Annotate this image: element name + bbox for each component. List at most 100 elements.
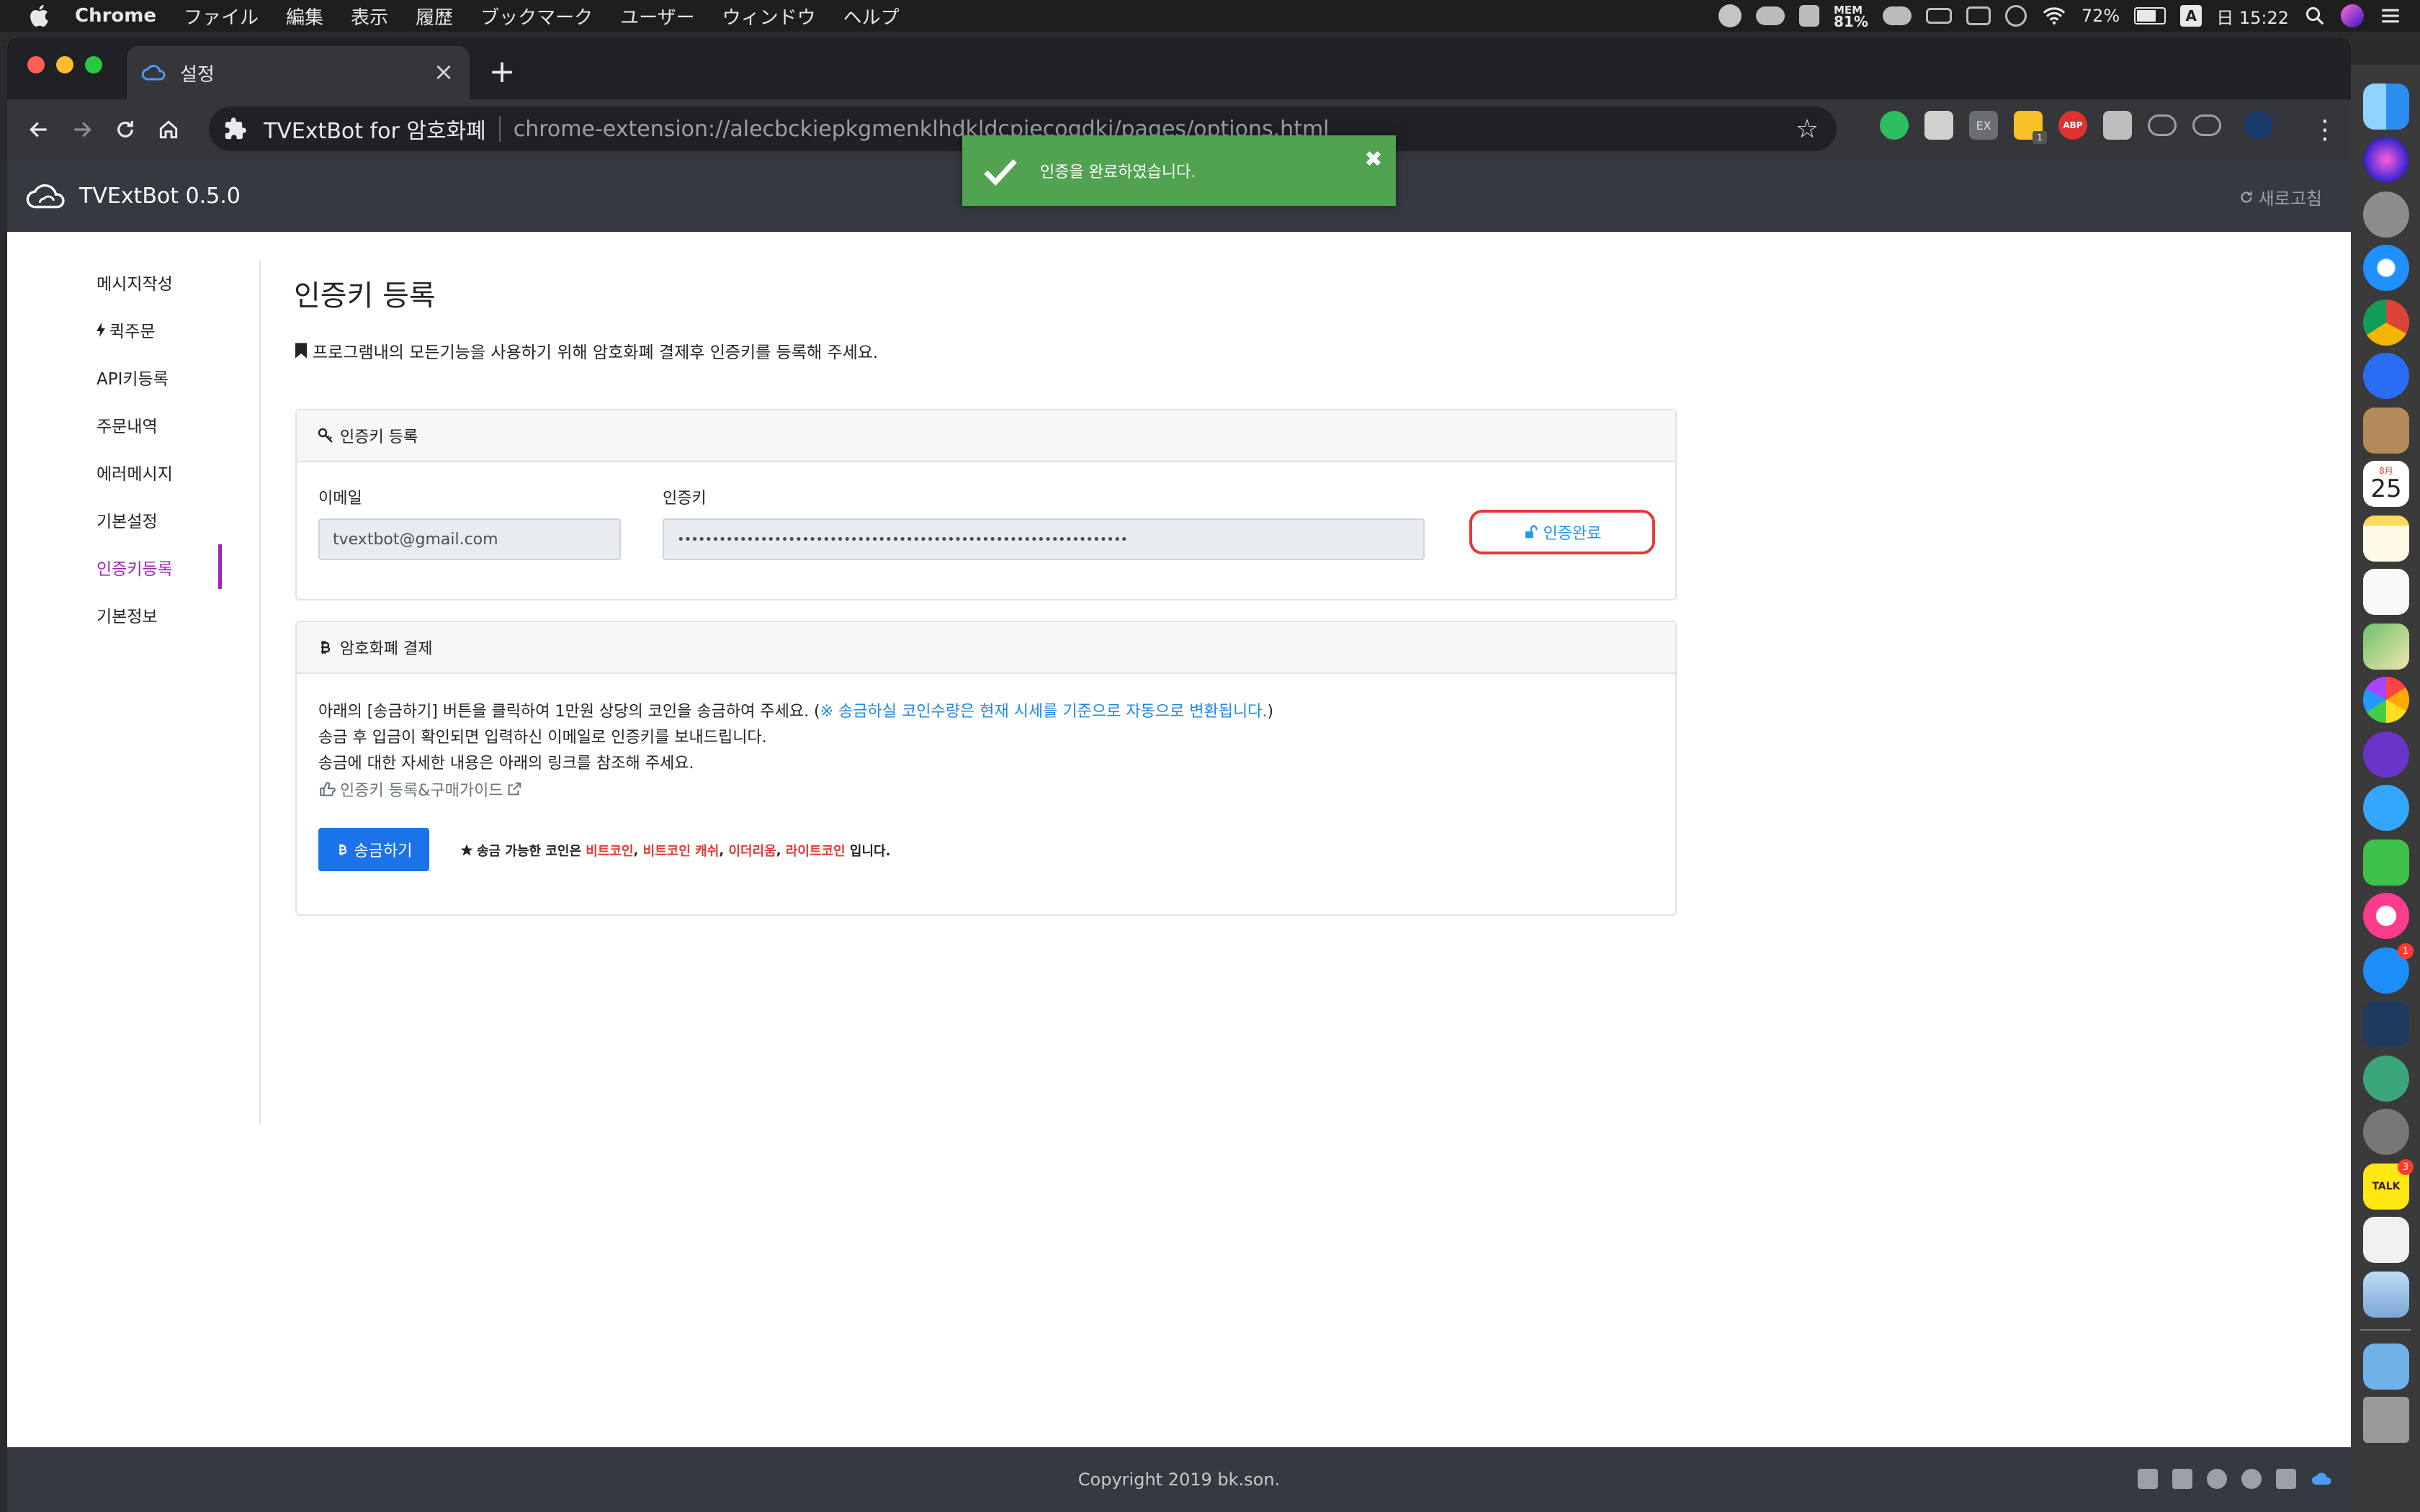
ex-extension-icon[interactable]: EX	[1969, 111, 1998, 140]
parking-app-icon[interactable]	[1798, 5, 1819, 27]
downloads-folder-icon[interactable]	[2363, 1344, 2409, 1390]
time-machine-icon[interactable]	[2004, 5, 2027, 27]
toast-close-icon[interactable]: ✖	[1364, 147, 1383, 172]
itunes-app-icon[interactable]	[2363, 893, 2409, 939]
minimize-window-button[interactable]	[56, 56, 73, 73]
imovie-app-icon[interactable]	[2363, 732, 2409, 778]
image-extension-icon[interactable]	[1924, 111, 1953, 140]
tab-settings[interactable]: 설정 ×	[127, 46, 470, 99]
bookmark-star-icon[interactable]: ☆	[1793, 114, 1821, 144]
facetime-app-icon[interactable]	[2363, 840, 2409, 886]
wifi-icon[interactable]	[2041, 5, 2067, 27]
app-store-icon[interactable]: 1	[2363, 943, 2414, 994]
notes-app-icon[interactable]	[2363, 516, 2409, 562]
close-window-button[interactable]	[27, 56, 45, 73]
tab-close-icon[interactable]: ×	[431, 58, 457, 86]
evernote-extension-icon[interactable]	[1880, 111, 1909, 140]
sidebar-item-auth-key[interactable]: 인증키등록	[97, 553, 173, 582]
contacts-app-icon[interactable]	[2363, 408, 2409, 454]
sidebar-item-api-key[interactable]: API키등록	[97, 363, 169, 392]
chrome-menu-icon[interactable]: ⋮	[2312, 114, 2338, 145]
sidebar-item-basic-settings[interactable]: 기본설정	[97, 505, 158, 534]
menubar-clock[interactable]: 日 15:22	[2216, 4, 2289, 29]
puzzle-extension-icon[interactable]	[2103, 111, 2132, 140]
menu-help[interactable]: ヘルプ	[843, 3, 900, 30]
twitter-icon[interactable]	[2172, 1469, 2192, 1489]
email-icon[interactable]	[2138, 1469, 2158, 1489]
sidebar-item-basic-info[interactable]: 기본정보	[97, 600, 158, 629]
maps-app-icon[interactable]	[2363, 624, 2409, 670]
trash-icon[interactable]	[2363, 1397, 2409, 1443]
memory-status[interactable]: MEM 81%	[1834, 4, 1868, 29]
cloud-extension-icon[interactable]	[2148, 114, 2177, 136]
home-button[interactable]	[154, 115, 183, 144]
menu-bookmarks[interactable]: ブックマーク	[480, 3, 593, 30]
battery-percent[interactable]: 72%	[2081, 6, 2120, 26]
menu-history[interactable]: 履歴	[416, 3, 453, 30]
telegram-icon[interactable]	[2241, 1469, 2262, 1489]
apple-menu-icon[interactable]	[27, 3, 53, 29]
menu-view[interactable]: 表示	[351, 3, 388, 30]
vscode-app-icon[interactable]	[2363, 1001, 2409, 1047]
finder-app-icon[interactable]	[2363, 84, 2409, 130]
payment-instruction-line3: 송금에 대한 자세한 내용은 아래의 링크를 참조해 주세요.	[318, 755, 694, 773]
cloud-footer-icon[interactable]	[2311, 1469, 2331, 1489]
reminders-app-icon[interactable]	[2363, 569, 2409, 615]
nav-app-icon[interactable]	[2363, 353, 2409, 399]
adblock-extension-icon[interactable]: ABP	[2058, 111, 2087, 140]
siri-app-icon[interactable]	[2363, 137, 2409, 183]
spotlight-search-icon[interactable]	[2303, 4, 2326, 27]
auth-complete-button[interactable]: 인증완료	[1469, 510, 1655, 554]
chrome-app-icon[interactable]	[2363, 300, 2409, 346]
airplay-icon[interactable]	[1966, 6, 1991, 25]
extensions-area: EX 1 ABP	[1880, 111, 2273, 144]
display-icon[interactable]	[1925, 8, 1952, 24]
sidebar-item-compose[interactable]: 메시지작성	[97, 268, 173, 297]
upload-cloud-icon[interactable]	[1882, 6, 1912, 25]
kakaotalk-app-icon[interactable]: TALK 3	[2363, 1159, 2414, 1210]
battery-icon[interactable]	[2134, 7, 2166, 24]
textedit-app-icon[interactable]	[2363, 1217, 2409, 1263]
menu-edit[interactable]: 編集	[286, 3, 323, 30]
cloud-extension-2-icon[interactable]	[2192, 114, 2221, 136]
auth-key-field[interactable]: ••••••••••••••••••••••••••••••••••••••••…	[663, 518, 1425, 560]
photos-app-icon[interactable]	[2363, 677, 2409, 723]
menu-app-name[interactable]: Chrome	[75, 5, 156, 27]
siri-icon[interactable]	[2341, 4, 2364, 27]
refresh-link[interactable]: 새로고침	[2238, 184, 2322, 210]
back-button[interactable]	[24, 115, 53, 144]
reload-button[interactable]	[111, 115, 140, 144]
notification-icon[interactable]	[1718, 4, 1742, 27]
star-icon	[460, 844, 473, 856]
launchpad-app-icon[interactable]	[2363, 192, 2409, 238]
profile-avatar-icon[interactable]	[2244, 111, 2273, 140]
forward-button[interactable]	[68, 115, 97, 144]
menu-file[interactable]: ファイル	[184, 3, 259, 30]
app-brand[interactable]: TVExtBot 0.5.0	[24, 179, 241, 213]
sidebar-item-order-history[interactable]: 주문내역	[97, 410, 158, 439]
sidebar-item-error-messages[interactable]: 에러메시지	[97, 458, 173, 487]
purchase-guide-link[interactable]: 인증키 등록&구매가이드	[318, 778, 522, 801]
maximize-window-button[interactable]	[85, 56, 102, 73]
preview-app-icon[interactable]	[2363, 1272, 2409, 1318]
menu-window[interactable]: ウィンドウ	[722, 3, 816, 30]
send-coin-button[interactable]: 송금하기	[318, 828, 429, 871]
cloud-app-icon[interactable]	[1755, 6, 1785, 25]
atom-app-icon[interactable]	[2363, 1056, 2409, 1102]
github-icon[interactable]	[2207, 1469, 2227, 1489]
menu-people[interactable]: ユーザー	[620, 3, 694, 30]
sidebar-item-label: 퀵주문	[109, 323, 156, 341]
notification-center-icon[interactable]	[2378, 5, 2403, 27]
email-field[interactable]: tvextbot@gmail.com	[318, 518, 621, 560]
system-preferences-icon[interactable]	[2363, 1109, 2409, 1155]
calendar-app-icon[interactable]: 8月 25	[2363, 461, 2409, 507]
messages-app-icon[interactable]	[2363, 785, 2409, 831]
site-name: TVExtBot for 암호화폐	[264, 119, 486, 144]
safari-app-icon[interactable]	[2363, 245, 2409, 291]
input-source-indicator[interactable]: A	[2180, 5, 2202, 27]
sidebar-item-quick-order[interactable]: 퀵주문	[97, 315, 155, 344]
note-extension-icon[interactable]: 1	[2014, 111, 2047, 144]
new-tab-button[interactable]: +	[484, 53, 520, 90]
send-plane-icon[interactable]	[2276, 1469, 2296, 1489]
bitcoin-button-icon	[339, 844, 346, 855]
